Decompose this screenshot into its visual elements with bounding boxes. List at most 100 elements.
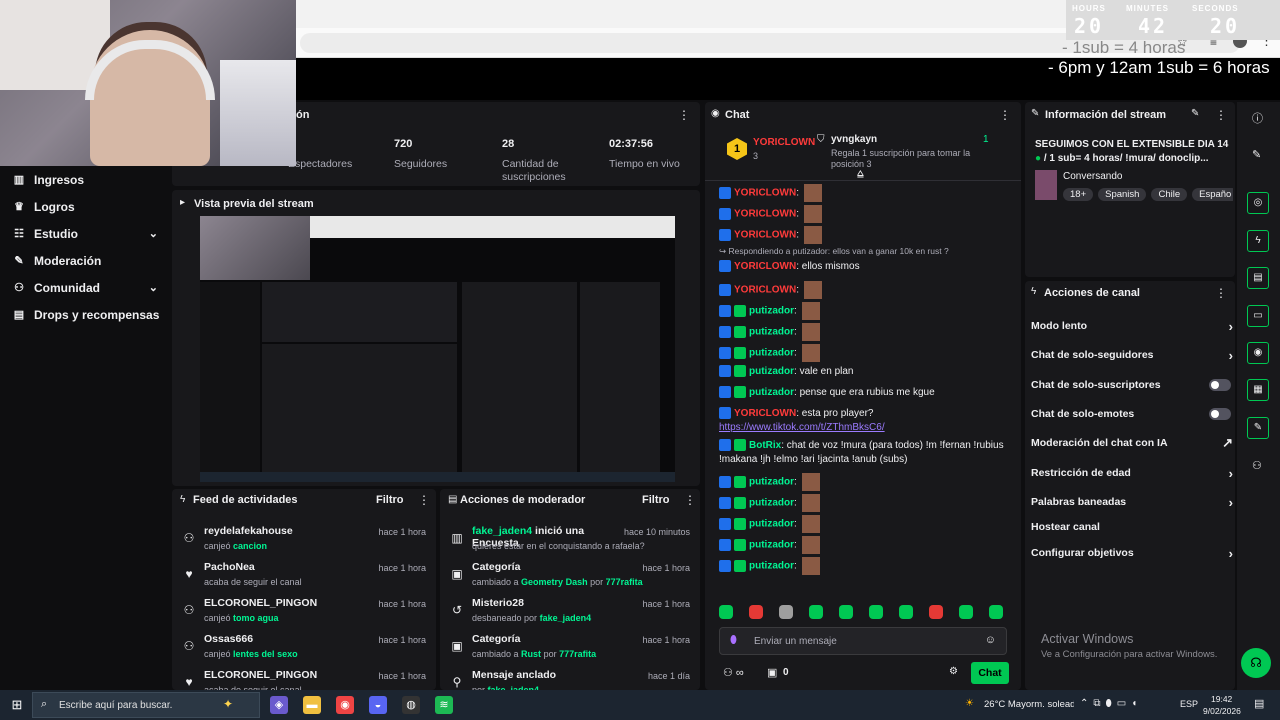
emoji-icon[interactable]: ☺ <box>985 634 996 646</box>
wrench-icon[interactable]: ✎ <box>1247 417 1269 439</box>
list-item[interactable]: ♥ PachoNea acaba de seguir el canal hace 1 … <box>172 559 436 595</box>
list-item[interactable]: ⚲ Mensaje anclado por fake_jaden4 hace 1 dí… <box>440 667 700 690</box>
list-item[interactable]: ⚇ ELCORONEL_PINGON canjeó tomo agua hace 1 … <box>172 595 436 631</box>
chat-username[interactable]: YORICLOWN <box>734 209 796 220</box>
chat-username[interactable]: putizador <box>749 477 794 488</box>
spotify-icon[interactable]: ≋ <box>435 696 453 714</box>
chat-username[interactable]: BotRix <box>749 440 781 451</box>
clock-time[interactable]: 19:42 <box>1211 694 1232 704</box>
sidebar-item-moderacion[interactable]: ✎ Moderación <box>0 247 172 274</box>
emote-option[interactable] <box>929 605 943 619</box>
notification-icon[interactable]: ▤ <box>1254 697 1264 710</box>
category-box-art[interactable] <box>1035 170 1057 200</box>
chat-message[interactable]: putizador: pense que era rubius me kgue <box>719 386 935 400</box>
tray-icons[interactable]: ⌃⧉⬮▭◖ <box>1080 698 1142 709</box>
sidebar-item-drops[interactable]: ▤ Drops y recompensas <box>0 301 172 328</box>
chat-icon[interactable]: ▭ <box>1247 305 1269 327</box>
emote-option[interactable] <box>899 605 913 619</box>
stats-menu-icon[interactable]: ⋮ <box>678 108 690 122</box>
emote-option[interactable] <box>839 605 853 619</box>
chat-link[interactable]: https://www.tiktok.com/t/ZThmBksC6/ <box>719 421 885 435</box>
action-configurar-objetivos[interactable]: Configurar objetivos › <box>1031 540 1233 566</box>
actions-menu-icon[interactable]: ⋮ <box>1215 286 1227 300</box>
chat-message[interactable]: putizador: <box>719 302 820 320</box>
layout-icon[interactable]: ▦ <box>1247 379 1269 401</box>
list-item[interactable]: ▣ Categoría cambiado a Rust por 777rafita h… <box>440 631 700 667</box>
stream-tag[interactable]: Spanish <box>1098 188 1147 201</box>
stream-tag[interactable]: Chile <box>1151 188 1188 201</box>
chat-username[interactable]: putizador <box>749 498 794 509</box>
toggle-switch[interactable] <box>1209 379 1231 391</box>
list-item[interactable]: ⚇ Ossas666 canjeó lentes del sexo hace 1 ho… <box>172 631 436 667</box>
copilot-icon[interactable]: ◈ <box>270 696 288 714</box>
mod-filter-button[interactable]: Filtro <box>642 494 670 506</box>
points-icon[interactable]: ⚇ ∞ <box>723 666 744 679</box>
clock-date[interactable]: 9/02/2026 <box>1203 706 1241 716</box>
chat-message[interactable]: YORICLOWN: <box>719 205 822 223</box>
chrome-icon[interactable]: ◉ <box>336 696 354 714</box>
bolt-icon[interactable]: ϟ <box>1247 230 1269 252</box>
chat-message[interactable]: putizador: <box>719 473 820 491</box>
chat-message[interactable]: putizador: vale en plan <box>719 365 854 379</box>
sidebar-item-logros[interactable]: ♛ Logros <box>0 193 172 220</box>
toggle-switch[interactable] <box>1209 408 1231 420</box>
chat-username[interactable]: YORICLOWN <box>734 408 796 419</box>
chat-username[interactable]: YORICLOWN <box>734 285 796 296</box>
action-chat-de-solo-seguidores[interactable]: Chat de solo-seguidores › <box>1031 342 1233 368</box>
chat-username[interactable]: YORICLOWN <box>734 188 796 199</box>
action-palabras-baneadas[interactable]: Palabras baneadas › <box>1031 489 1233 515</box>
clip-icon[interactable]: ◎ <box>1247 192 1269 214</box>
chat-message[interactable]: putizador: <box>719 557 820 575</box>
list-item[interactable]: ♥ ELCORONEL_PINGON acaba de seguir el cana… <box>172 667 436 690</box>
store-icon[interactable]: ▣ <box>767 666 777 679</box>
emote-option[interactable] <box>779 605 793 619</box>
edit-icon[interactable]: ✎ <box>1191 108 1199 119</box>
activity-menu-icon[interactable]: ⋮ <box>418 493 430 507</box>
chat-username[interactable]: putizador <box>749 519 794 530</box>
stream-preview-video[interactable] <box>200 216 675 482</box>
list-item[interactable]: ⚇ reydelafekahouse canjeó cancion hace 1 ho… <box>172 523 436 559</box>
language-indicator[interactable]: ESP <box>1180 699 1198 709</box>
emote-option[interactable] <box>809 605 823 619</box>
note-icon[interactable]: ▤ <box>1247 267 1269 289</box>
mic-icon[interactable]: ⬮ <box>730 634 737 647</box>
pencil-icon[interactable]: ✎ <box>1252 148 1261 161</box>
action-hostear-canal[interactable]: Hostear canal <box>1031 514 1231 540</box>
list-item[interactable]: ▣ Categoría cambiado a Geometry Dash por 7… <box>440 559 700 595</box>
action-restricci-n-de-edad[interactable]: Restricción de edad › <box>1031 460 1233 486</box>
chat-message[interactable]: putizador: <box>719 323 820 341</box>
community-icon[interactable]: ⚇ <box>1252 459 1262 472</box>
mod-menu-icon[interactable]: ⋮ <box>684 493 696 507</box>
action-moderaci-n-del-chat-con-ia[interactable]: Moderación del chat con IA ↗ <box>1031 430 1233 456</box>
info-menu-icon[interactable]: ⋮ <box>1215 108 1227 122</box>
chat-message[interactable]: putizador: <box>719 515 820 533</box>
chat-username[interactable]: putizador <box>749 561 794 572</box>
stream-tag[interactable]: Españo <box>1192 188 1233 201</box>
chat-message[interactable]: YORICLOWN: <box>719 226 822 244</box>
chat-username[interactable]: YORICLOWN <box>734 261 796 272</box>
discord-icon[interactable]: ◒ <box>369 696 387 714</box>
chat-username[interactable]: putizador <box>749 540 794 551</box>
chat-message[interactable]: YORICLOWN: esta pro player? <box>719 407 874 421</box>
list-item[interactable]: ↺ Misterio28 desbaneado por fake_jaden4 hac… <box>440 595 700 631</box>
obs-icon[interactable]: ◍ <box>402 696 420 714</box>
action-modo-lento[interactable]: Modo lento › <box>1031 313 1233 339</box>
chat-username[interactable]: putizador <box>749 348 794 359</box>
sidebar-item-comunidad[interactable]: ⚇ Comunidad ⌄ <box>0 274 172 301</box>
chat-username[interactable]: putizador <box>749 327 794 338</box>
broadcast-icon[interactable]: ◉ <box>1247 342 1269 364</box>
category-name[interactable]: Conversando <box>1063 171 1122 182</box>
stream-tag[interactable]: 18+ <box>1063 188 1094 201</box>
emote-option[interactable] <box>989 605 1003 619</box>
emote-option[interactable] <box>749 605 763 619</box>
file-explorer-icon[interactable]: ▬ <box>303 696 321 714</box>
support-icon[interactable]: ☊ <box>1241 648 1271 678</box>
chat-username[interactable]: putizador <box>749 366 794 377</box>
chat-message[interactable]: YORICLOWN: <box>719 281 822 299</box>
weather-text[interactable]: 26°C Mayorm. soleado <box>984 699 1074 710</box>
chat-input[interactable]: ⬮ Enviar un mensaje ☺ <box>719 627 1007 655</box>
sidebar-item-ingresos[interactable]: ▥ Ingresos <box>0 166 172 193</box>
chat-message[interactable]: putizador: <box>719 494 820 512</box>
chat-message[interactable]: YORICLOWN: ellos mismos <box>719 260 860 274</box>
chat-menu-icon[interactable]: ⋮ <box>999 108 1011 122</box>
